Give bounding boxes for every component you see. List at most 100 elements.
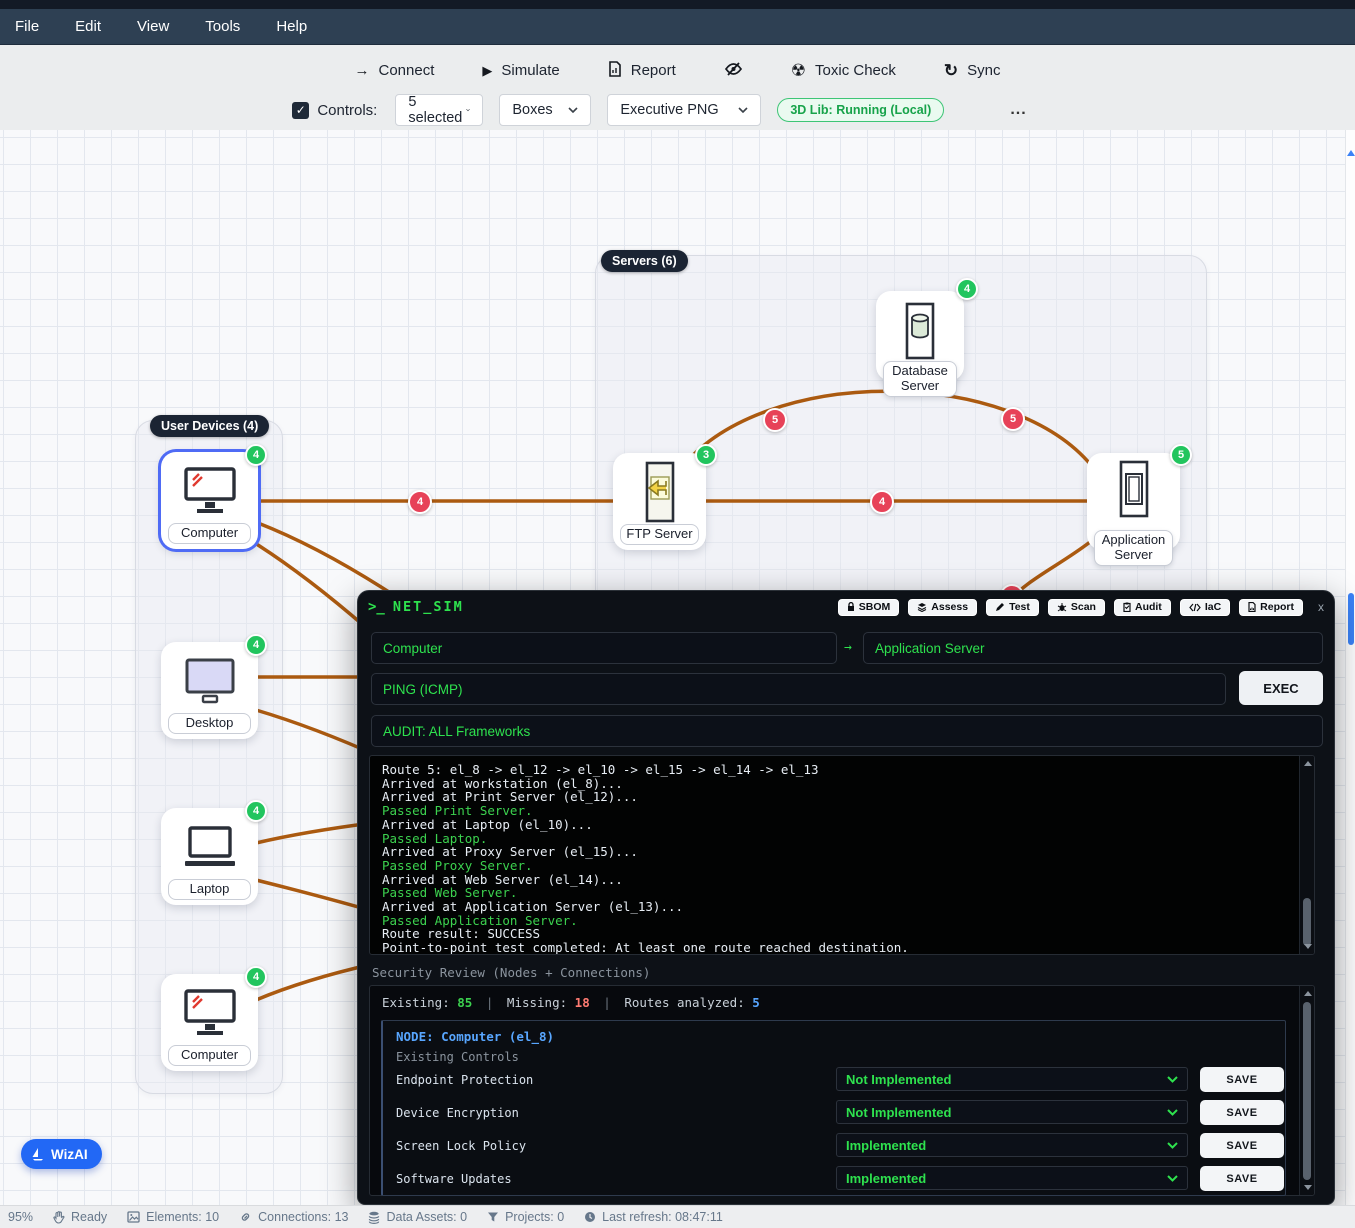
existing-label: Existing:	[382, 995, 450, 1010]
save-button[interactable]: SAVE	[1200, 1100, 1284, 1125]
database-icon	[368, 1211, 380, 1224]
report-export-button[interactable]: Report	[1239, 599, 1303, 616]
connect-button[interactable]: → Connect	[355, 62, 435, 79]
wizai-button[interactable]: WizAI	[21, 1139, 102, 1169]
menu-tools[interactable]: Tools	[205, 18, 240, 35]
scroll-thumb[interactable]	[1348, 593, 1354, 645]
status-ready: Ready	[53, 1210, 107, 1224]
clock-icon	[584, 1211, 596, 1223]
node-application-server[interactable]: Application Server	[1087, 453, 1180, 550]
menu-view[interactable]: View	[137, 18, 169, 35]
node-count-badge: 4	[245, 634, 267, 656]
page-scrollbar[interactable]	[1345, 130, 1355, 1205]
control-status-select[interactable]: Implemented	[836, 1133, 1188, 1157]
status-last-refresh: Last refresh: 08:47:11	[584, 1210, 723, 1224]
console-output[interactable]: Route 5: el_8 -> el_12 -> el_10 -> el_15…	[369, 755, 1315, 955]
audit-mode-select[interactable]: AUDIT: ALL Frameworks	[371, 715, 1323, 747]
console-line: Arrived at workstation (el_8)...	[382, 777, 1288, 791]
command-value: PING (ICMP)	[383, 682, 463, 697]
wizai-label: WizAI	[51, 1147, 88, 1162]
control-status-select[interactable]: Not Implemented	[836, 1100, 1188, 1124]
node-desktop[interactable]: Desktop	[161, 642, 258, 739]
test-button[interactable]: Test	[986, 599, 1039, 616]
menu-help[interactable]: Help	[276, 18, 307, 35]
menu-edit[interactable]: Edit	[75, 18, 101, 35]
edge-badge: 5	[1001, 407, 1025, 431]
terminal-header: >_ NET_SIM SBOM Assess Test Scan	[358, 591, 1334, 623]
scroll-down-arrow[interactable]	[1304, 944, 1312, 949]
grouping-dropdown[interactable]: Boxes	[499, 94, 591, 126]
sbom-button[interactable]: SBOM	[838, 599, 900, 616]
node-computer-2[interactable]: Computer	[161, 974, 258, 1071]
controls-label: Controls:	[317, 102, 377, 119]
menu-file[interactable]: File	[15, 18, 39, 35]
scroll-up-arrow[interactable]	[1347, 150, 1355, 156]
console-line: Route 5: el_8 -> el_12 -> el_10 -> el_15…	[382, 763, 1288, 777]
simulate-label: Simulate	[501, 62, 559, 79]
link-icon	[239, 1211, 252, 1223]
node-ftp-server[interactable]: FTP Server	[613, 453, 706, 550]
control-status-select[interactable]: Implemented	[836, 1166, 1188, 1190]
edge-badge: 4	[870, 490, 894, 514]
chevron-down-icon	[1167, 1142, 1178, 1149]
chevron-down-icon	[568, 107, 578, 113]
node-computer-1[interactable]: Computer	[161, 452, 258, 549]
menubar: File Edit View Tools Help	[0, 9, 1355, 45]
selected-controls-dropdown[interactable]: 5 selected	[395, 94, 483, 126]
audit-mode-value: AUDIT: ALL Frameworks	[383, 724, 530, 739]
report-file-icon	[1248, 602, 1256, 612]
sync-button[interactable]: ↻ Sync	[944, 62, 1001, 79]
node-label: Database Server	[883, 361, 957, 397]
play-icon: ▶	[482, 64, 492, 77]
control-status-select[interactable]: Not Implemented	[836, 1067, 1188, 1091]
iac-button[interactable]: IaC	[1180, 599, 1230, 616]
node-database-server[interactable]: Database Server	[876, 291, 964, 381]
application-server-icon	[1117, 460, 1151, 523]
assess-button[interactable]: Assess	[908, 599, 977, 616]
grouping-value: Boxes	[512, 102, 552, 118]
controls-checkbox[interactable]: ✓	[292, 102, 309, 119]
group-servers-label: Servers (6)	[601, 250, 688, 272]
audit-button[interactable]: Audit	[1114, 599, 1171, 616]
save-button[interactable]: SAVE	[1200, 1133, 1284, 1158]
simulate-button[interactable]: ▶ Simulate	[482, 62, 559, 79]
visibility-toggle-button[interactable]	[724, 61, 743, 80]
toxic-check-button[interactable]: ☢ Toxic Check	[791, 62, 896, 79]
scroll-up-arrow[interactable]	[1304, 761, 1312, 766]
report-label: Report	[631, 62, 676, 79]
computer-icon	[181, 466, 239, 521]
target-node-value: Application Server	[875, 641, 985, 656]
save-button[interactable]: SAVE	[1200, 1166, 1284, 1191]
close-icon[interactable]: x	[1318, 600, 1324, 614]
exec-button[interactable]: EXEC	[1239, 671, 1323, 705]
review-scrollbar[interactable]	[1299, 986, 1314, 1195]
node-laptop[interactable]: Laptop	[161, 808, 258, 905]
connection-edge[interactable]	[680, 391, 1095, 470]
scroll-thumb[interactable]	[1303, 898, 1311, 946]
chevron-down-icon	[466, 107, 470, 113]
security-review-panel[interactable]: Existing: 85 | Missing: 18 | Routes anal…	[369, 985, 1315, 1196]
image-icon	[127, 1211, 140, 1223]
report-button[interactable]: Report	[608, 61, 676, 80]
routes-count: 5	[752, 995, 760, 1010]
test-pen-icon	[995, 602, 1005, 612]
target-node-select[interactable]: Application Server	[863, 632, 1323, 664]
assess-layers-icon	[917, 602, 927, 612]
iac-label: IaC	[1205, 601, 1221, 613]
source-node-select[interactable]: Computer	[371, 632, 837, 664]
export-format-dropdown[interactable]: Executive PNG	[607, 94, 761, 126]
more-options-button[interactable]: ...	[1010, 101, 1026, 119]
scroll-up-arrow[interactable]	[1304, 991, 1312, 996]
scan-button[interactable]: Scan	[1048, 599, 1105, 616]
scroll-down-arrow[interactable]	[1304, 1185, 1312, 1190]
control-status-value: Implemented	[846, 1171, 926, 1186]
chevron-down-icon	[738, 107, 748, 113]
save-button[interactable]: SAVE	[1200, 1067, 1284, 1092]
console-scrollbar[interactable]	[1299, 756, 1314, 954]
edge-badge: 4	[408, 490, 432, 514]
zoom-level: 95%	[8, 1210, 33, 1224]
command-select[interactable]: PING (ICMP)	[371, 673, 1226, 705]
status-connections: Connections: 13	[239, 1210, 348, 1224]
scroll-thumb[interactable]	[1303, 1002, 1311, 1180]
audit-clipboard-icon	[1123, 602, 1131, 612]
